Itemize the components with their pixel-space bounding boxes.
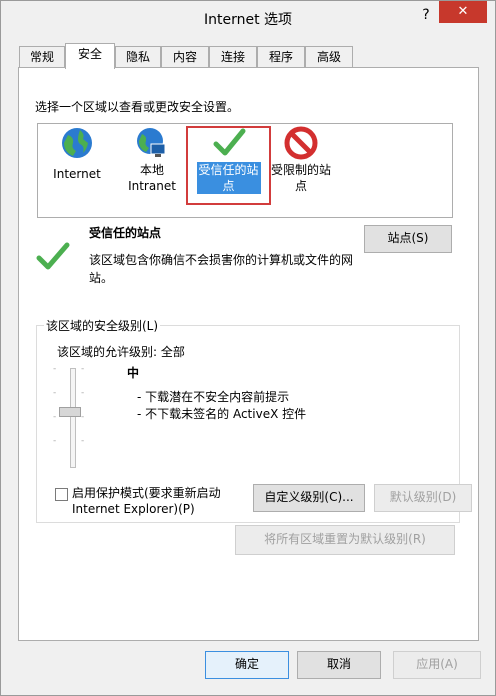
custom-level-button[interactable]: 自定义级别(C)... [253,484,365,512]
close-icon: ✕ [457,4,469,19]
tab-programs[interactable]: 程序 [257,46,305,68]
cancel-button[interactable]: 取消 [297,651,381,679]
slider-tick: - [53,436,57,446]
default-level-button[interactable]: 默认级别(D) [374,484,472,512]
security-level-slider[interactable]: - - - - - - - - [53,364,103,468]
checkmark-icon [213,128,245,156]
slider-thumb[interactable] [59,407,81,417]
ok-button[interactable]: 确定 [205,651,289,679]
tab-security[interactable]: 安全 [65,43,115,69]
slider-tick: - [81,364,85,374]
zone-local-intranet[interactable]: 本地 Intranet [115,126,189,194]
security-level-description: - 下载潜在不安全内容前提示 [137,390,290,404]
tab-content[interactable]: 内容 [161,46,209,68]
zone-label-line1: 本地 [139,163,164,177]
slider-tick: - [53,412,57,422]
slider-track [70,368,76,468]
protected-mode-label-line2: Internet Explorer)(P) [72,502,195,516]
zone-trusted-sites[interactable]: 受信任的站 点 [186,126,271,205]
tab-privacy[interactable]: 隐私 [115,46,161,68]
zone-label-line1: 受限制的站 [270,163,331,177]
selected-zone-description: 该区域包含你确信不会损害你的计算机或文件的网站。 [89,253,354,285]
protected-mode-checkbox[interactable] [55,488,68,501]
tab-advanced[interactable]: 高级 [305,46,353,68]
zone-label: 受信任的站 点 [196,162,261,194]
zone-label-line1: Internet [53,167,101,181]
zone-label-line1: 受信任的站 [198,163,259,177]
slider-tick: - [53,364,57,374]
reset-all-zones-button[interactable]: 将所有区域重置为默认级别(R) [235,525,455,555]
protected-mode-label-line1: 启用保护模式(要求重新启动 [72,486,221,500]
close-button[interactable]: ✕ [439,1,487,23]
slider-tick: - [81,436,85,446]
selected-zone-title: 受信任的站点 [89,226,162,240]
slider-tick: - [81,388,85,398]
security-tab-panel: 选择一个区域以查看或更改安全设置。 Internet 本地 Intranet 受… [18,67,479,641]
help-button[interactable]: ? [413,5,439,25]
zone-restricted-sites[interactable]: 受限制的站 点 [264,126,338,194]
internet-options-window: Internet 选项 ? ✕ 常规 安全 隐私 内容 连接 程序 高级 选择一… [0,0,496,696]
title-bar: Internet 选项 ? ✕ [1,1,495,35]
slider-tick: - [81,412,85,422]
zone-prompt: 选择一个区域以查看或更改安全设置。 [35,100,240,114]
globe-network-icon [137,128,166,157]
no-entry-icon [284,126,318,160]
slider-tick: - [53,388,57,398]
zone-label-line2: 点 [294,179,307,193]
dialog-footer: 确定 取消 应用(A) [1,641,495,695]
sites-button[interactable]: 站点(S) [364,225,452,253]
security-level-legend: 该区域的安全级别(L) [44,317,161,334]
zone-list: Internet 本地 Intranet 受信任的站 点 受限制的站 点 [37,123,453,218]
security-level-description: - 不下载未签名的 ActiveX 控件 [137,407,307,421]
zone-label-line2: 点 [222,179,235,193]
tab-connections[interactable]: 连接 [209,46,257,68]
trusted-checkmark-icon [36,242,70,270]
zone-internet[interactable]: Internet [40,126,114,182]
protected-mode-label[interactable]: 启用保护模式(要求重新启动 Internet Explorer)(P) [72,485,221,517]
apply-button[interactable]: 应用(A) [393,651,481,679]
zone-label-line2: Intranet [128,179,176,193]
security-level-group: 该区域的安全级别(L) 该区域的允许级别: 全部 - - - - - - - -… [36,317,472,523]
allowed-level-text: 该区域的允许级别: 全部 [57,345,185,359]
tab-general[interactable]: 常规 [19,46,65,68]
globe-icon [62,128,92,158]
security-level-name: 中 [127,366,140,380]
